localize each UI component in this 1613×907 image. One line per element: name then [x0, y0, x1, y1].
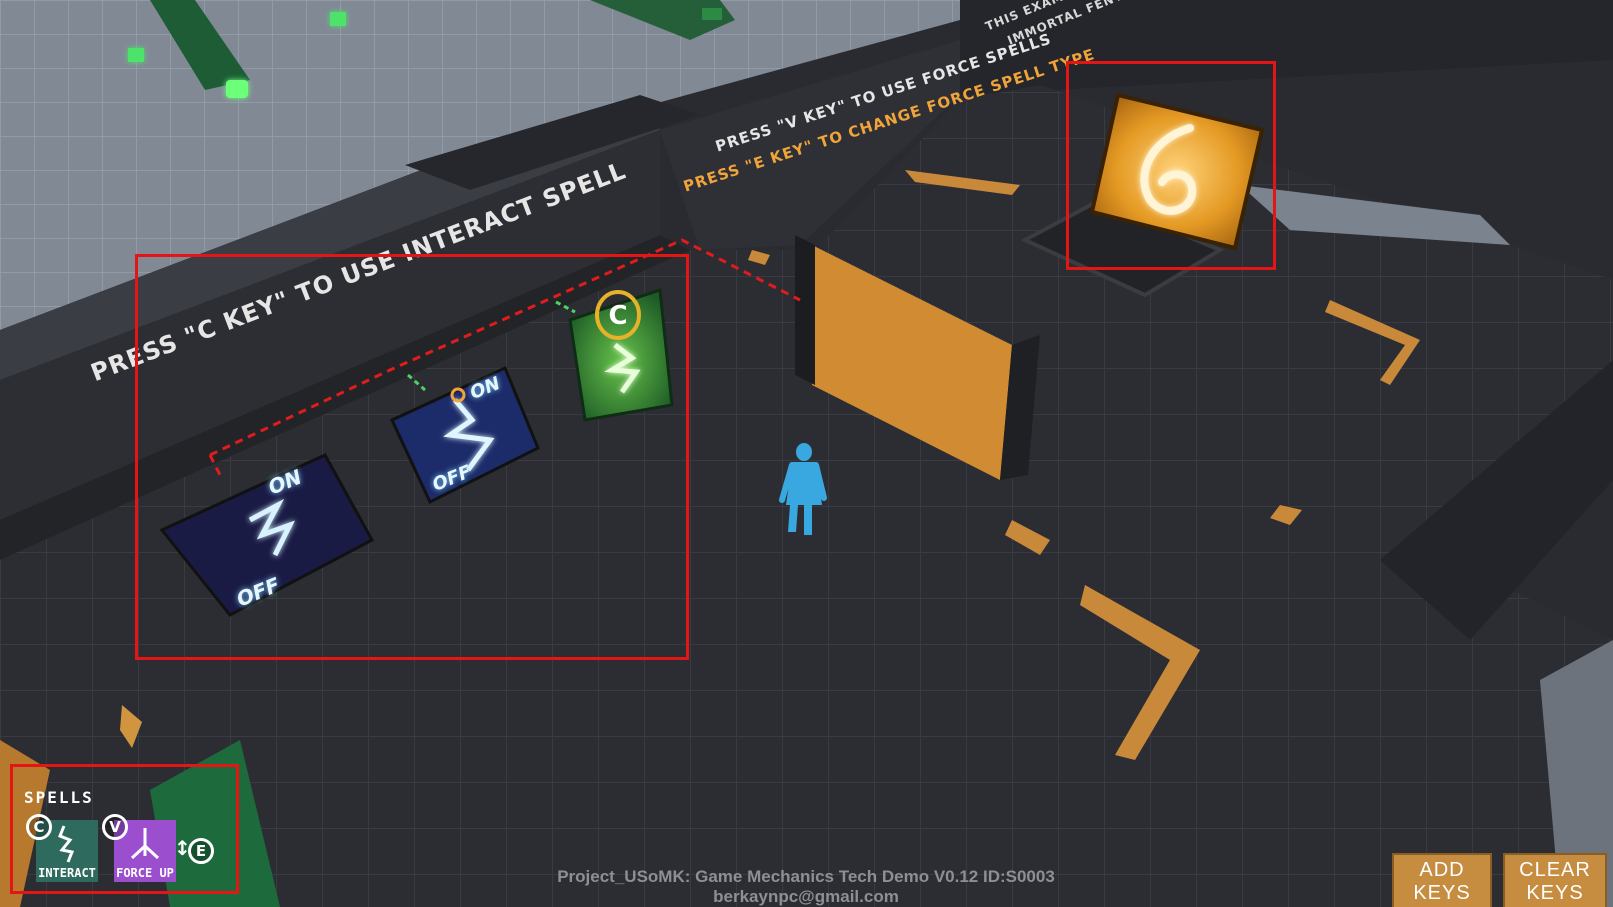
force-key-badge: V	[102, 814, 128, 840]
force-up-icon	[130, 828, 160, 860]
interact-spell-label: INTERACT	[38, 866, 96, 880]
game-viewport[interactable]: C PRESS "C KEY" TO USE INTERACT SPELL PR…	[0, 0, 1613, 907]
game-scene: C	[0, 0, 1613, 907]
version-footer: Project_USoMK: Game Mechanics Tech Demo …	[557, 867, 1055, 886]
add-keys-button[interactable]: ADD KEYS	[1392, 853, 1492, 907]
add-keys-label-2: KEYS	[1413, 882, 1471, 904]
add-keys-label-1: ADD	[1419, 859, 1465, 881]
spells-title: SPELLS	[24, 788, 94, 807]
contact-footer: berkaynpc@gmail.com	[713, 887, 899, 906]
clear-keys-button[interactable]: CLEAR KEYS	[1503, 853, 1607, 907]
interact-key-badge: C	[26, 814, 52, 840]
spells-hud: SPELLS INTERACT C FORCE UP V ↕ E	[14, 768, 236, 892]
clear-keys-label-2: KEYS	[1526, 882, 1584, 904]
change-key-badge: E	[188, 838, 214, 864]
force-spell-label: FORCE UP	[116, 866, 174, 880]
svg-text:C: C	[608, 301, 627, 331]
clear-keys-label-1: CLEAR	[1519, 859, 1591, 881]
interact-spell-icon	[58, 825, 75, 863]
